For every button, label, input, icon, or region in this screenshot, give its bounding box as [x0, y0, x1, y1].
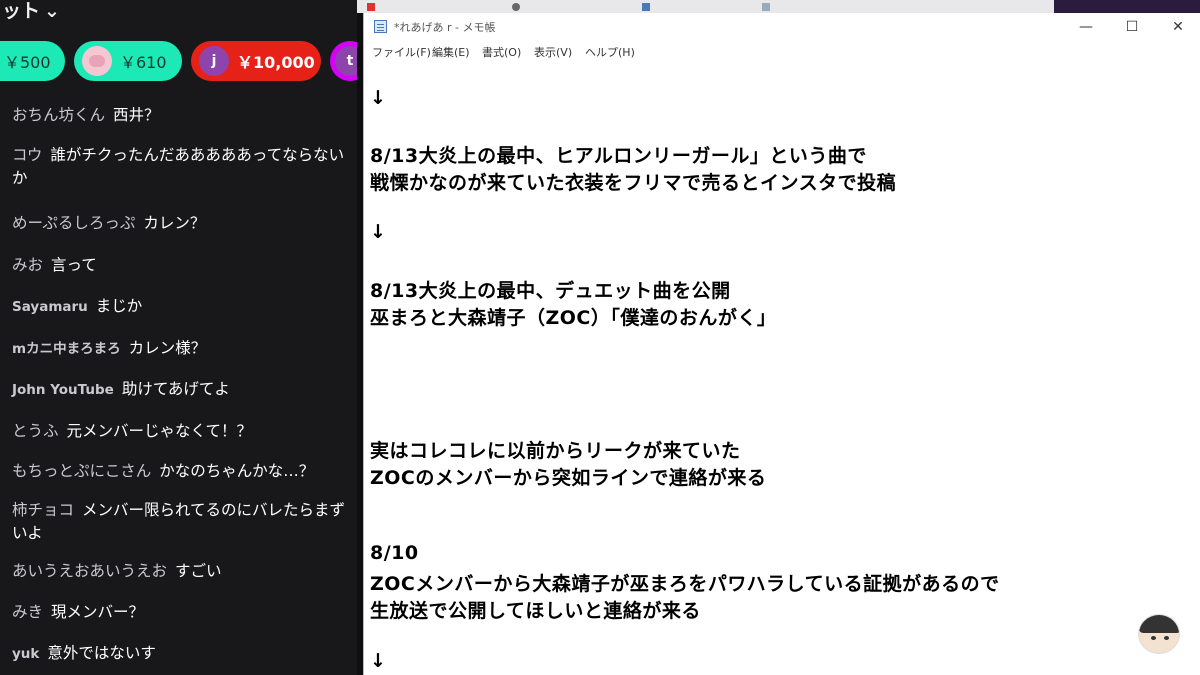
chat-author[interactable]: 柿チョコ: [12, 501, 74, 519]
chat-message: Sayamaru まじか: [12, 295, 142, 319]
menu-file[interactable]: ファイル(F): [372, 44, 431, 60]
text-line: ↓: [370, 221, 387, 243]
text-line: ↓: [370, 650, 387, 672]
chat-message: みき 現メンバー？: [12, 601, 144, 624]
menu-edit[interactable]: 編集(E): [432, 44, 470, 60]
text-line: 実はコレコレに以前からリークが来ていた: [370, 440, 741, 462]
avatar: j: [199, 46, 229, 76]
super-chat-chip[interactable]: ￥500: [0, 41, 65, 81]
chat-message: コウ 誰がチクったんだあああああってならないか: [12, 144, 347, 190]
chat-author[interactable]: もちっとぷにこさん: [12, 462, 151, 480]
chat-message: めーぷるしろっぷ カレン？: [12, 212, 205, 235]
avatar: [82, 46, 112, 76]
taskbar-item[interactable]: [367, 2, 378, 11]
app-icon: [762, 2, 770, 11]
chat-text: 言って: [51, 256, 97, 274]
streamer-avatar: [1138, 614, 1180, 654]
text-line: 8/10: [370, 542, 419, 564]
taskbar-item[interactable]: [642, 2, 653, 11]
super-chat-amount: ￥610: [120, 53, 167, 72]
chat-text: 助けてあげてよ: [121, 380, 230, 398]
title-bar[interactable]: *れあげあ r - メモ帳 — ☐ ✕: [364, 13, 1200, 40]
app-icon: [367, 2, 375, 11]
app-icon: [512, 2, 520, 11]
super-chat-amount: ￥500: [4, 53, 51, 72]
maximize-button[interactable]: ☐: [1109, 13, 1155, 40]
text-line: 8/13大炎上の最中、ヒアルロンリーガール」という曲で: [370, 145, 867, 167]
chat-message: John YouTube 助けてあげてよ: [12, 378, 230, 402]
super-chat-chip[interactable]: j ￥10,000: [191, 41, 321, 81]
chat-author[interactable]: みお: [12, 256, 43, 274]
super-chat-chip[interactable]: t: [330, 41, 357, 81]
avatar-hair: [1139, 615, 1179, 633]
super-chat-ticker: ￥500 ￥610 j ￥10,000 t: [0, 41, 357, 83]
text-line: 戦慄かなのが来ていた衣装をフリマで売るとインスタで投稿: [370, 172, 897, 194]
avatar-eye: [1151, 636, 1156, 640]
chat-message: みお 言って: [12, 254, 97, 277]
text-editor[interactable]: ↓ 8/13大炎上の最中、ヒアルロンリーガール」という曲で 戦慄かなのが来ていた…: [364, 69, 1200, 675]
notepad-window: *れあげあ r - メモ帳 — ☐ ✕ ファイル(F) 編集(E) 書式(O) …: [363, 13, 1200, 675]
chat-text: 誰がチクったんだあああああってならないか: [12, 146, 345, 187]
chat-author[interactable]: めーぷるしろっぷ: [12, 214, 135, 232]
chat-text: すごい: [175, 562, 222, 580]
taskbar-item[interactable]: [762, 2, 773, 11]
chat-author[interactable]: とうふ: [12, 422, 59, 440]
menu-view[interactable]: 表示(V): [534, 44, 572, 60]
chat-author[interactable]: あいうえおあいうえお: [12, 562, 167, 580]
chat-author[interactable]: John YouTube: [12, 382, 114, 398]
text-line: 8/13大炎上の最中、デュエット曲を公開: [370, 280, 731, 302]
menu-help[interactable]: ヘルプ(H): [585, 44, 635, 60]
text-line: ZOCメンバーから大森靖子が巫まろをパワハラしている証拠があるので: [370, 573, 1000, 595]
text-line: 巫まろと大森靖子（ZOC）「僕達のおんがく」: [370, 307, 777, 329]
chat-text: まじか: [95, 297, 143, 315]
chat-header[interactable]: ット ⌄: [0, 0, 357, 30]
super-chat-chip[interactable]: ￥610: [74, 41, 182, 81]
text-line: 生放送で公開してほしいと連絡が来る: [370, 600, 701, 622]
chat-author[interactable]: Sayamaru: [12, 299, 88, 315]
chat-message: yuk 意外ではないす: [12, 642, 156, 666]
chat-message: おちん坊くん 西井？: [12, 104, 160, 127]
avatar-eye: [1164, 636, 1169, 640]
menu-bar: ファイル(F) 編集(E) 書式(O) 表示(V) ヘルプ(H): [364, 42, 1200, 60]
chat-text: 元メンバーじゃなくて！？: [66, 422, 253, 440]
chat-header-label: ット: [2, 0, 41, 22]
text-line: ZOCのメンバーから突如ラインで連絡が来る: [370, 467, 767, 489]
chat-message: もちっとぷにこさん かなのちゃんかな…？: [12, 460, 314, 483]
taskbar-overlay: [1054, 0, 1200, 13]
chat-text: 意外ではないす: [47, 644, 156, 662]
super-chat-amount: ￥10,000: [237, 53, 315, 72]
chevron-down-icon[interactable]: ⌄: [44, 0, 60, 22]
chat-message: あいうえおあいうえお すごい: [12, 560, 222, 583]
chat-text: 西井？: [113, 106, 160, 124]
chat-message: 柿チョコ メンバー限られてるのにバレたらまずいよ: [12, 499, 347, 545]
taskbar-item[interactable]: [512, 2, 523, 11]
chat-author[interactable]: yuk: [12, 646, 39, 662]
chat-text: 現メンバー？: [51, 603, 145, 621]
minimize-button[interactable]: —: [1063, 13, 1109, 40]
app-icon: [642, 2, 650, 11]
menu-format[interactable]: 書式(O): [482, 44, 521, 60]
text-line: ↓: [370, 87, 387, 109]
live-chat-panel: ット ⌄ ￥500 ￥610 j ￥10,000 t おちん坊くん 西井？ コウ 誰が…: [0, 0, 357, 675]
chat-text: かなのちゃんかな…？: [159, 462, 315, 480]
taskbar-strip: [357, 0, 1200, 13]
chat-text: カレン？: [143, 214, 206, 232]
chat-message: mカニ中まろまろ カレン様？: [12, 337, 206, 361]
close-button[interactable]: ✕: [1155, 13, 1200, 40]
window-title: *れあげあ r - メモ帳: [394, 21, 496, 34]
chat-author[interactable]: mカニ中まろまろ: [12, 341, 121, 357]
avatar: t: [335, 46, 357, 76]
chat-text: カレン様？: [128, 339, 207, 357]
chat-author[interactable]: みき: [12, 603, 43, 621]
notepad-icon: [374, 20, 387, 33]
chat-message: とうふ 元メンバーじゃなくて！？: [12, 420, 252, 443]
chat-author[interactable]: おちん坊くん: [12, 106, 105, 124]
chat-author[interactable]: コウ: [12, 146, 42, 164]
